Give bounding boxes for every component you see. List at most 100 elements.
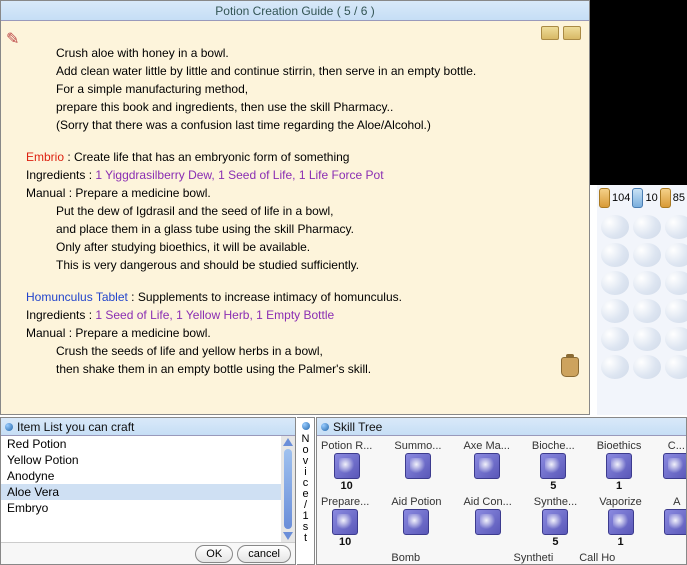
item-count: 10: [645, 192, 657, 204]
recipe-line: (Sorry that there was a confusion last t…: [26, 116, 574, 134]
recipe-line: This is very dangerous and should be stu…: [26, 256, 574, 274]
inventory-slot[interactable]: [601, 355, 629, 379]
skill-entry[interactable]: Syntheti1: [512, 552, 554, 565]
skill-entry[interactable]: Potion R...10: [321, 440, 372, 492]
bag-icon[interactable]: [561, 357, 579, 377]
skill-label: Synthe...: [534, 496, 577, 508]
inventory-slot[interactable]: [633, 271, 661, 295]
inventory-slot[interactable]: [665, 243, 687, 267]
skill-label: Bioche...: [532, 440, 575, 452]
skill-label: Bomb: [385, 552, 427, 564]
job-tab-label: Novice/1st: [297, 434, 314, 544]
guide-title: Potion Creation Guide ( 5 / 6 ): [1, 1, 589, 21]
skill-entry[interactable]: Bioethics1: [597, 440, 642, 492]
craft-item[interactable]: Yellow Potion: [1, 452, 281, 468]
inventory-slot[interactable]: [633, 327, 661, 351]
skill-icon[interactable]: [606, 453, 632, 479]
craft-item[interactable]: Embryo: [1, 500, 281, 516]
inventory-slot[interactable]: [601, 327, 629, 351]
skill-icon[interactable]: [664, 509, 687, 535]
ok-button[interactable]: OK: [195, 545, 233, 563]
inventory-slot[interactable]: [665, 299, 687, 323]
skill-entry[interactable]: [321, 552, 363, 565]
skill-label: A: [664, 496, 687, 508]
tab-dot-icon: [302, 422, 310, 430]
skill-entry[interactable]: Bomb: [385, 552, 427, 565]
prev-page-icon[interactable]: [541, 26, 559, 40]
skill-entry[interactable]: Axe Ma...: [463, 440, 509, 492]
scrollbar[interactable]: [281, 436, 295, 542]
recipe-manual: Manual : Prepare a medicine bowl.: [26, 324, 574, 342]
inventory-slot[interactable]: [665, 271, 687, 295]
item-icon[interactable]: [599, 188, 610, 208]
skill-icon[interactable]: [403, 509, 429, 535]
inventory-slot[interactable]: [601, 243, 629, 267]
skill-icon[interactable]: [334, 453, 360, 479]
craft-item[interactable]: Aloe Vera: [1, 484, 281, 500]
skill-icon[interactable]: [475, 509, 501, 535]
inventory-slot[interactable]: [665, 355, 687, 379]
skill-entry[interactable]: Vaporize1: [599, 496, 642, 548]
skill-tree-title: Skill Tree: [317, 418, 686, 436]
skill-entry[interactable]: [640, 552, 682, 565]
next-page-icon[interactable]: [563, 26, 581, 40]
recipe-line: Crush aloe with honey in a bowl.: [26, 44, 574, 62]
skill-entry[interactable]: Bioche... 5: [532, 440, 575, 492]
item-icon[interactable]: [660, 188, 671, 208]
recipe-ingredients: Ingredients : 1 Yiggdrasilberry Dew, 1 S…: [26, 166, 574, 184]
inventory-slot[interactable]: [665, 327, 687, 351]
inventory-slot[interactable]: [601, 215, 629, 239]
item-count: 104: [612, 192, 630, 204]
inventory-slot[interactable]: [633, 243, 661, 267]
cancel-button[interactable]: cancel: [237, 545, 291, 563]
skill-grid: Potion R...10 Summo... Axe Ma... Bioche... 5…: [317, 436, 686, 565]
skill-icon[interactable]: [332, 509, 358, 535]
recipe-line: Crush the seeds of life and yellow herbs…: [26, 342, 574, 360]
skill-label: Call Ho: [576, 552, 618, 564]
guide-window: Potion Creation Guide ( 5 / 6 ) ✎ Crush …: [0, 0, 590, 415]
skill-entry[interactable]: Summo...: [394, 440, 441, 492]
craft-window: Item List you can craft Red PotionYellow…: [0, 417, 296, 565]
skill-icon[interactable]: [474, 453, 500, 479]
skill-level: 10: [321, 536, 369, 548]
skill-icon[interactable]: [405, 453, 431, 479]
quill-icon: ✎: [6, 29, 19, 49]
scroll-up-icon[interactable]: [283, 438, 293, 446]
scroll-down-icon[interactable]: [283, 532, 293, 540]
inventory-slot[interactable]: [633, 215, 661, 239]
recipe-line: Put the dew of Igdrasil and the seed of …: [26, 202, 574, 220]
scroll-thumb[interactable]: [284, 449, 292, 529]
skill-entry[interactable]: Call Ho: [576, 552, 618, 565]
skill-entry[interactable]: C...: [663, 440, 687, 492]
skill-icon[interactable]: [608, 509, 634, 535]
skill-entry[interactable]: [449, 552, 491, 565]
skill-label: Vaporize: [599, 496, 642, 508]
inventory-slot[interactable]: [665, 215, 687, 239]
craft-list[interactable]: Red PotionYellow PotionAnodyneAloe VeraE…: [1, 436, 281, 542]
inventory-slot[interactable]: [601, 299, 629, 323]
skill-icon[interactable]: [542, 509, 568, 535]
skill-level: 5: [532, 480, 575, 492]
skill-icon[interactable]: [663, 453, 687, 479]
recipe-line: and place them in a glass tube using the…: [26, 220, 574, 238]
recipe-heading: Embrio : Create life that has an embryon…: [26, 148, 574, 166]
recipe-manual: Manual : Prepare a medicine bowl.: [26, 184, 574, 202]
skill-icon[interactable]: [540, 453, 566, 479]
skill-entry[interactable]: A: [664, 496, 687, 548]
skill-label: Aid Con...: [463, 496, 511, 508]
inventory-slot[interactable]: [633, 299, 661, 323]
skill-label: C...: [663, 440, 687, 452]
job-tab[interactable]: Novice/1st: [297, 417, 315, 565]
inventory-slot[interactable]: [633, 355, 661, 379]
inventory-items: 104 10 85: [597, 185, 687, 211]
item-icon[interactable]: [632, 188, 643, 208]
craft-item[interactable]: Anodyne: [1, 468, 281, 484]
skill-entry[interactable]: Prepare...10: [321, 496, 369, 548]
skill-entry[interactable]: Synthe...5: [534, 496, 577, 548]
skill-level: 10: [321, 480, 372, 492]
skill-entry[interactable]: Aid Con...: [463, 496, 511, 548]
craft-item[interactable]: Red Potion: [1, 436, 281, 452]
skill-label: Bioethics: [597, 440, 642, 452]
inventory-slot[interactable]: [601, 271, 629, 295]
skill-entry[interactable]: Aid Potion: [391, 496, 441, 548]
